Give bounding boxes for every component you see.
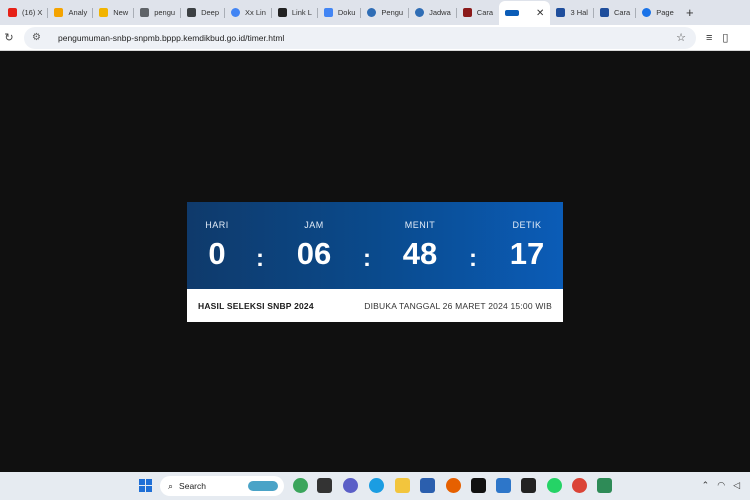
announcement-date: DIBUKA TANGGAL 26 MARET 2024 15:00 WIB xyxy=(364,300,552,311)
tab-cara-site[interactable]: Cara xyxy=(457,2,499,24)
separator: : xyxy=(469,245,477,272)
countdown-card: HARI 0 : JAM 06 : MENIT 48 : DETIK 17 HA… xyxy=(187,202,563,322)
firefox-icon[interactable] xyxy=(446,478,461,493)
taskbar-search[interactable]: ⌕ Search xyxy=(160,476,284,496)
docs-icon xyxy=(323,8,333,17)
announcement-bar: HASIL SELEKSI SNBP 2024 DIBUKA TANGGAL 2… xyxy=(187,289,563,322)
address-bar: ↻ ⚙ pengumuman-snbp-snpmb.bppp.kemdikbud… xyxy=(0,25,750,51)
seconds-unit: DETIK 17 xyxy=(497,202,557,272)
volume-icon[interactable]: ◁ xyxy=(733,480,740,491)
start-button[interactable] xyxy=(139,479,152,492)
tab-label: Xx Lin xyxy=(245,8,266,17)
tab-label: Doku xyxy=(337,8,356,17)
tab-youtube[interactable]: (16) X xyxy=(2,2,49,24)
days-label: HARI xyxy=(205,220,229,230)
tab-label: pengu xyxy=(154,8,176,17)
whatsapp-icon[interactable] xyxy=(547,478,562,493)
sticky-notes-icon[interactable] xyxy=(521,478,536,493)
seconds-label: DETIK xyxy=(512,220,542,230)
countdown-timer: HARI 0 : JAM 06 : MENIT 48 : DETIK 17 xyxy=(187,202,563,289)
reload-icon[interactable]: ↻ xyxy=(0,31,18,44)
tab-label: Cara xyxy=(476,8,494,17)
deep-icon xyxy=(187,8,197,17)
tab-new[interactable]: New xyxy=(93,2,135,24)
chevron-up-icon[interactable]: ⌃ xyxy=(702,480,710,491)
tab-active-snbp[interactable]: ✕ xyxy=(499,1,551,25)
youtube-icon xyxy=(8,8,17,17)
days-value: 0 xyxy=(208,236,226,271)
separator: : xyxy=(363,245,371,272)
tab-pengu[interactable]: Pengu xyxy=(361,2,410,24)
pencil-icon xyxy=(99,8,109,17)
file-explorer-icon[interactable] xyxy=(395,478,410,493)
tab-3-hal[interactable]: 3 Hal xyxy=(550,2,594,24)
seconds-value: 17 xyxy=(509,236,545,271)
task-view-icon[interactable] xyxy=(317,478,332,493)
minutes-label: MENIT xyxy=(404,220,436,230)
bookmark-star-icon[interactable]: ☆ xyxy=(676,31,686,44)
tab-doku[interactable]: Doku xyxy=(318,2,362,24)
tab-analytics[interactable]: Analy xyxy=(48,2,94,24)
tab-label: 3 Hal xyxy=(570,8,588,17)
new-tab-button[interactable]: + xyxy=(680,5,700,20)
tab-label: New xyxy=(113,8,129,17)
tab-link[interactable]: Link L xyxy=(272,2,318,24)
snbp-icon xyxy=(505,10,520,16)
play-icon xyxy=(556,8,566,17)
search-icon: ⌕ xyxy=(168,480,174,491)
tab-jadwa[interactable]: Jadwa xyxy=(409,2,457,24)
netflix-icon[interactable] xyxy=(471,478,486,493)
globe-icon xyxy=(415,8,425,17)
tab-label: (16) X xyxy=(22,8,43,17)
tab-pengu-trend[interactable]: pengu xyxy=(134,2,182,24)
tab-label: Deep xyxy=(201,8,220,17)
tab-label: Jadwa xyxy=(429,8,451,17)
system-tray[interactable]: ⌃ ◠ ◁ xyxy=(702,480,740,491)
search-label: Search xyxy=(179,481,206,491)
announcement-title: HASIL SELEKSI SNBP 2024 xyxy=(198,300,314,311)
days-unit: HARI 0 xyxy=(187,202,247,272)
tab-label: Link L xyxy=(291,8,312,17)
side-panel-icon[interactable]: ▯ xyxy=(722,31,728,44)
notepad-icon[interactable] xyxy=(597,478,612,493)
tab-label: Pengu xyxy=(381,8,404,17)
globe-icon xyxy=(367,8,377,17)
hours-label: JAM xyxy=(304,220,324,230)
tab-page[interactable]: Page xyxy=(636,2,680,24)
chrome-icon[interactable] xyxy=(572,478,587,493)
site-settings-icon[interactable]: ⚙ xyxy=(32,32,48,43)
tab-strip: (16) X Analy New pengu Deep Xx Lin Link … xyxy=(0,0,750,25)
tab-label: Analy xyxy=(68,8,88,17)
hours-value: 06 xyxy=(296,236,332,271)
close-tab-icon[interactable]: ✕ xyxy=(536,8,544,19)
k-icon xyxy=(277,8,287,17)
edge-icon[interactable] xyxy=(369,478,384,493)
tab-xx-link[interactable]: Xx Lin xyxy=(225,2,272,24)
tab-cara[interactable]: Cara xyxy=(594,2,637,24)
tab-label: Cara xyxy=(613,8,631,17)
play-icon xyxy=(599,8,609,17)
site-icon xyxy=(462,8,472,17)
search-highlight-icon xyxy=(248,481,278,491)
google-icon xyxy=(231,8,241,17)
app-icon[interactable] xyxy=(496,478,511,493)
minutes-value: 48 xyxy=(402,236,438,271)
meet-icon[interactable] xyxy=(343,478,358,493)
omnibox[interactable]: ⚙ pengumuman-snbp-snpmb.bppp.kemdikbud.g… xyxy=(24,26,696,49)
minutes-unit: MENIT 48 xyxy=(390,202,450,272)
widgets-icon[interactable] xyxy=(293,478,308,493)
trend-icon xyxy=(140,8,150,17)
media-icon[interactable]: ≡ xyxy=(706,32,712,44)
hours-unit: JAM 06 xyxy=(284,202,344,272)
url-text[interactable]: pengumuman-snbp-snpmb.bppp.kemdikbud.go.… xyxy=(58,33,676,43)
taskbar: ⌕ Search ⌃ ◠ ◁ xyxy=(0,472,750,500)
tab-deep[interactable]: Deep xyxy=(181,2,226,24)
page-content: HARI 0 : JAM 06 : MENIT 48 : DETIK 17 HA… xyxy=(0,52,750,472)
separator: : xyxy=(256,245,264,272)
wifi-icon[interactable]: ◠ xyxy=(717,480,725,491)
analytics-icon xyxy=(54,8,64,17)
store-icon[interactable] xyxy=(420,478,435,493)
info-icon xyxy=(642,8,652,17)
tab-label: Page xyxy=(656,8,674,17)
